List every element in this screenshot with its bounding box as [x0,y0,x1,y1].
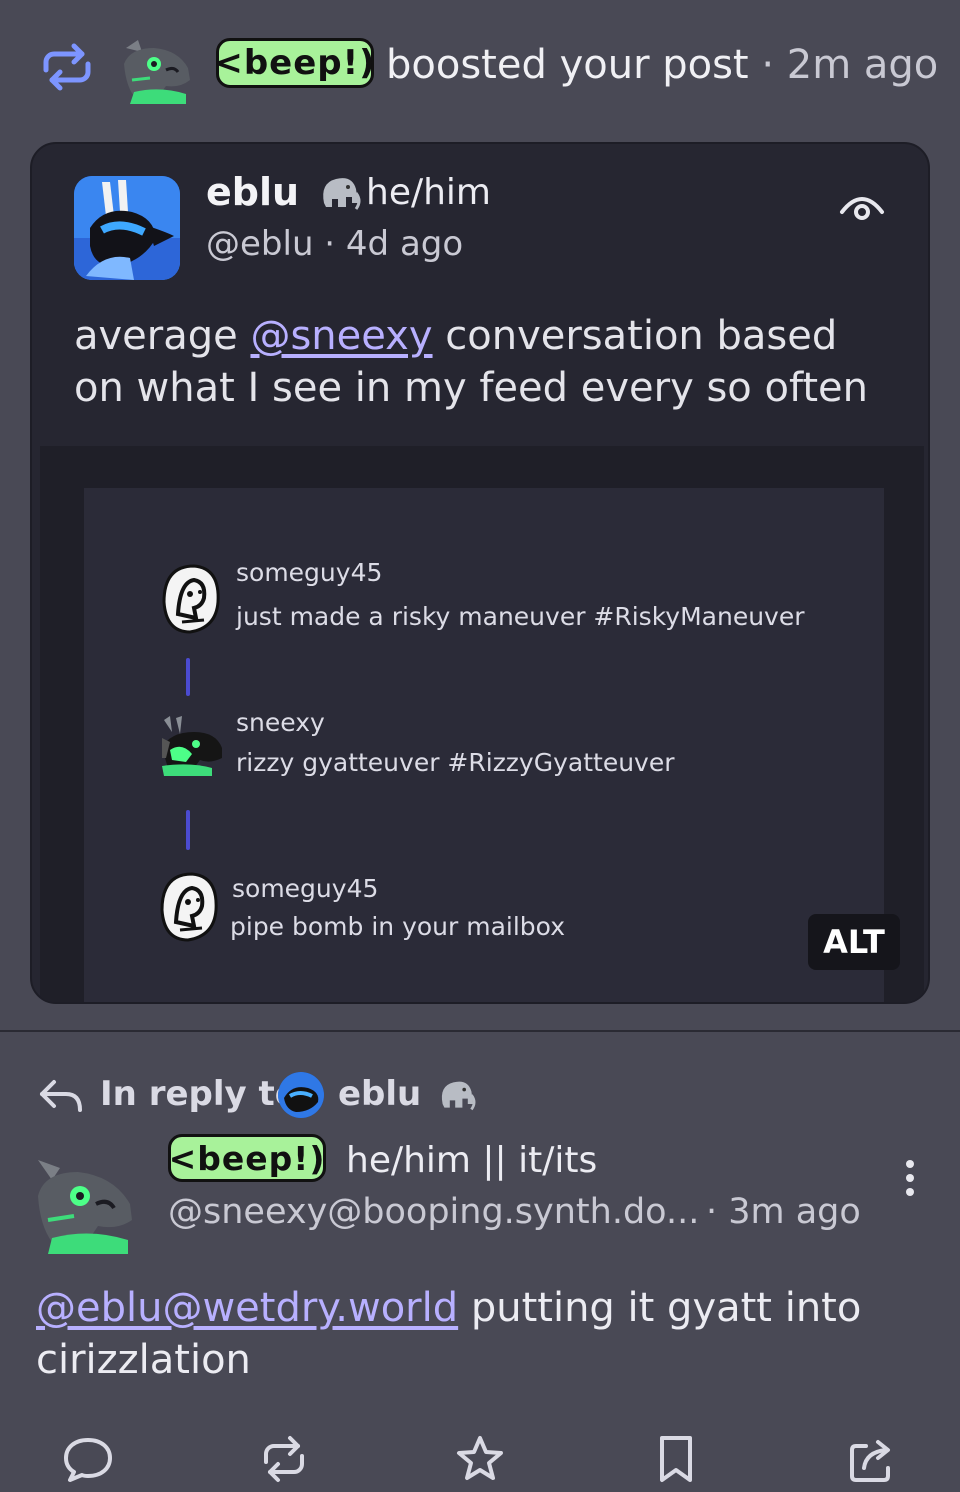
comic-username: someguy45 [236,558,383,587]
author-handle[interactable]: @sneexy@booping.synth.do... [168,1192,699,1232]
post-time[interactable]: · 3m ago [706,1192,861,1232]
post-content: average @sneexy conversation based on wh… [74,310,894,414]
post-content: @eblu@wetdry.world putting it gyatt into… [36,1282,916,1386]
reply-to-name[interactable]: eblu [338,1074,477,1114]
boost-icon[interactable] [258,1434,310,1484]
beep-badge: <beep!) [214,38,375,88]
comic-message: pipe bomb in your mailbox [230,912,565,941]
divider [0,1030,960,1032]
boost-time: · 2m ago [748,42,939,88]
author-pronouns: he/him [366,172,491,213]
post-text-pre: average [74,313,251,359]
reply-arrow-icon [38,1078,84,1114]
sneexy-avatar [160,714,222,788]
sneexy-avatar[interactable] [34,1154,138,1254]
boost-icon [38,42,96,92]
thread-connector [186,810,190,850]
sneexy-avatar[interactable] [120,34,194,104]
comic-username: sneexy [236,708,325,737]
comic-message: just made a risky maneuver #RiskyManeuve… [236,602,805,631]
eye-icon[interactable] [838,188,886,222]
mention-link[interactable]: @eblu@wetdry.world [36,1285,458,1331]
boost-message: boosted your post · 2m ago [386,42,938,88]
media-attachment[interactable]: someguy45 just made a risky maneuver #Ri… [40,446,924,1002]
in-reply-to-label: In reply to [100,1074,299,1114]
ghost-avatar [158,870,220,944]
ghost-avatar [160,562,222,636]
eblu-avatar[interactable] [278,1072,324,1118]
comic-username: someguy45 [232,874,379,903]
author-handle-time[interactable]: @eblu · 4d ago [206,224,463,264]
mastodon-elephant-icon [312,170,362,214]
thread-connector [186,658,190,696]
mention-link[interactable]: @sneexy [250,313,432,359]
author-name-text: eblu [206,170,300,214]
reply-to-name-text: eblu [338,1074,422,1114]
favourite-icon[interactable] [454,1434,506,1484]
author-pronouns: he/him || it/its [346,1140,598,1181]
more-options-icon[interactable] [896,1156,924,1200]
boost-text: boosted your post [386,42,749,88]
bookmark-icon[interactable] [650,1434,702,1484]
reply-icon[interactable] [62,1434,114,1484]
comic-image[interactable]: someguy45 just made a risky maneuver #Ri… [84,488,884,1002]
author-name[interactable]: eblu [206,170,362,214]
quoted-post-card[interactable]: eblu he/him @eblu · 4d ago average @snee… [30,142,930,1004]
alt-text-button[interactable]: ALT [808,914,900,970]
eblu-avatar[interactable] [74,176,180,280]
mastodon-elephant-icon [433,1074,477,1114]
comic-message: rizzy gyatteuver #RizzyGyatteuver [236,748,675,777]
beep-badge: <beep!) [168,1134,326,1182]
share-icon[interactable] [846,1434,898,1484]
